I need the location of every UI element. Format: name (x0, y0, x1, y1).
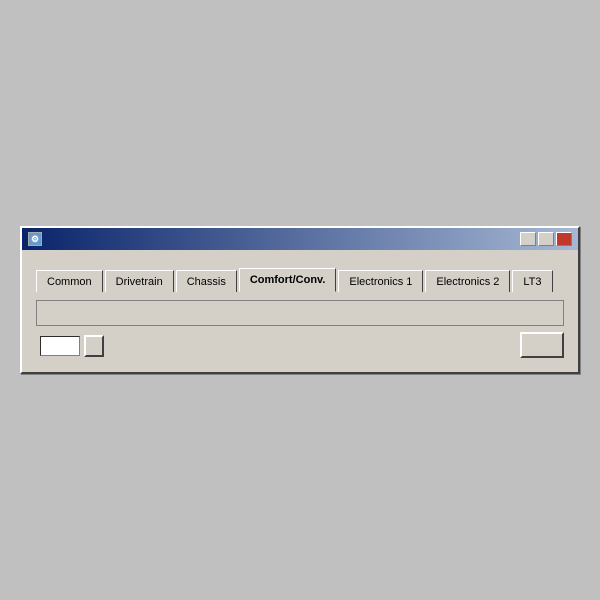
main-window: ⚙ CommonDrivetrainChassisComfort/Conv.El… (20, 226, 580, 374)
tab-drivetrain[interactable]: Drivetrain (105, 270, 174, 292)
module-panel (36, 300, 564, 326)
tab-chassis[interactable]: Chassis (176, 270, 237, 292)
title-bar: ⚙ (22, 228, 578, 250)
address-input[interactable] (40, 336, 80, 356)
tab-common[interactable]: Common (36, 270, 103, 292)
title-bar-buttons (520, 232, 572, 246)
tab-electronics-1[interactable]: Electronics 1 (338, 270, 423, 292)
tab-electronics-2[interactable]: Electronics 2 (425, 270, 510, 292)
close-button[interactable] (556, 232, 572, 246)
direct-entry-section (36, 333, 104, 357)
direct-entry-row (36, 335, 104, 357)
go-back-button[interactable] (520, 332, 564, 358)
go-button[interactable] (84, 335, 104, 357)
title-bar-left: ⚙ (28, 232, 46, 246)
bottom-section (36, 332, 564, 358)
title-icon: ⚙ (28, 232, 42, 246)
maximize-button[interactable] (538, 232, 554, 246)
content-area: CommonDrivetrainChassisComfort/Conv.Elec… (22, 250, 578, 372)
tab-lt3[interactable]: LT3 (512, 270, 552, 292)
tabs-row: CommonDrivetrainChassisComfort/Conv.Elec… (36, 268, 564, 292)
minimize-button[interactable] (520, 232, 536, 246)
tab-comfort-conv-[interactable]: Comfort/Conv. (239, 268, 337, 292)
